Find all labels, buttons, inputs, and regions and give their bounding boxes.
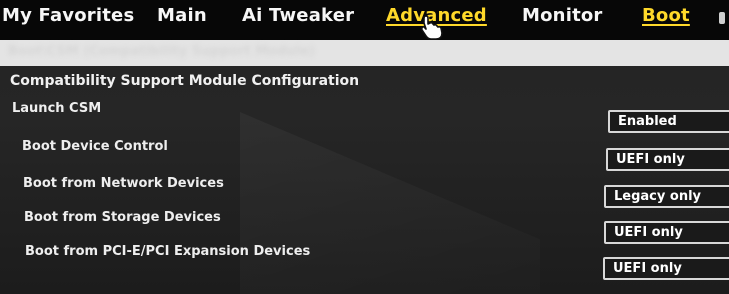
boot-device-control-value[interactable]: UEFI only <box>606 148 729 171</box>
boot-device-control-label: Boot Device Control <box>22 139 168 154</box>
boot-pcie-label: Boot from PCI-E/PCI Expansion Devices <box>25 244 311 259</box>
boot-storage-label: Boot from Storage Devices <box>24 210 221 225</box>
selected-row-label: Boot\CSM (Compatibility Support Module) <box>8 44 315 59</box>
boot-network-value[interactable]: Legacy only <box>604 185 729 208</box>
section-title: Compatibility Support Module Configurati… <box>10 73 360 89</box>
bios-screen: My Favorites Main Ai Tweaker Advanced Mo… <box>0 0 729 294</box>
tab-ai-tweaker[interactable]: Ai Tweaker <box>242 5 354 26</box>
launch-csm-label: Launch CSM <box>12 101 102 116</box>
boot-pcie-value[interactable]: UEFI only <box>603 257 729 280</box>
tab-boot[interactable]: Boot <box>642 5 690 26</box>
boot-network-label: Boot from Network Devices <box>23 176 224 191</box>
tab-main[interactable]: Main <box>157 5 207 26</box>
selected-menu-row[interactable]: Boot\CSM (Compatibility Support Module) <box>0 40 729 66</box>
boot-storage-value[interactable]: UEFI only <box>604 221 729 244</box>
background-decoration <box>240 112 540 294</box>
tab-my-favorites[interactable]: My Favorites <box>2 5 134 26</box>
more-tabs-indicator[interactable] <box>719 12 725 24</box>
launch-csm-value[interactable]: Enabled <box>608 110 729 133</box>
hand-cursor-icon <box>420 15 443 40</box>
tab-monitor[interactable]: Monitor <box>522 5 603 26</box>
top-menu-bar: My Favorites Main Ai Tweaker Advanced Mo… <box>0 0 729 40</box>
